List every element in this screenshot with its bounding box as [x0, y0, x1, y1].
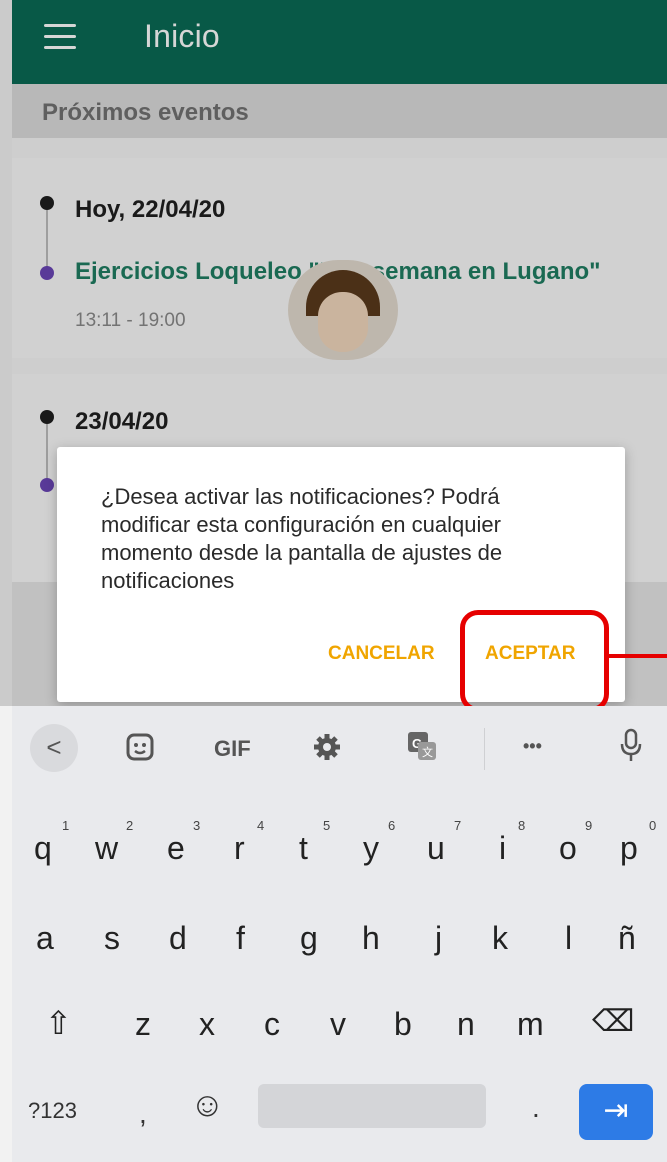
key-v[interactable]: v: [330, 1006, 346, 1043]
dialog-message: ¿Desea activar las notificaciones? Podrá…: [101, 484, 503, 593]
key-b[interactable]: b: [394, 1006, 412, 1043]
key-y[interactable]: y: [363, 830, 379, 867]
screen: Inicio Próximos eventos Hoy, 22/04/20 Ej…: [0, 0, 667, 1162]
key-m[interactable]: m: [517, 1006, 544, 1043]
key-hint: 8: [518, 818, 526, 833]
key-p[interactable]: p: [620, 830, 638, 867]
key-w[interactable]: w: [95, 830, 118, 867]
enter-key-icon[interactable]: ⇥: [579, 1084, 653, 1140]
key-k[interactable]: k: [492, 920, 508, 957]
key-n-tilde[interactable]: ñ: [618, 920, 636, 957]
key-o[interactable]: o: [559, 830, 577, 867]
keyboard-toolbar: < GIF G文 •••: [12, 706, 667, 792]
key-q[interactable]: q: [34, 830, 52, 867]
key-hint: 6: [388, 818, 396, 833]
key-period[interactable]: .: [532, 1092, 540, 1124]
key-j[interactable]: j: [435, 920, 442, 957]
space-bar[interactable]: [258, 1084, 486, 1128]
accept-highlight-box: [460, 610, 609, 712]
key-f[interactable]: f: [236, 920, 245, 957]
keyboard: < GIF G文 ••• q 1 w 2 e 3 r 4 t 5 y 6 u 7…: [12, 706, 667, 1162]
highlight-pointer-line: [609, 654, 667, 658]
emoji-icon[interactable]: ☺: [190, 1086, 225, 1125]
key-u[interactable]: u: [427, 830, 445, 867]
gear-icon[interactable]: [312, 732, 342, 767]
sticker-icon[interactable]: [125, 732, 155, 767]
key-hint: 7: [454, 818, 462, 833]
key-h[interactable]: h: [362, 920, 380, 957]
key-a[interactable]: a: [36, 920, 54, 957]
key-t[interactable]: t: [299, 830, 308, 867]
more-button[interactable]: •••: [523, 736, 542, 757]
key-r[interactable]: r: [234, 830, 245, 867]
key-hint: 3: [193, 818, 201, 833]
translate-icon[interactable]: G文: [406, 730, 438, 767]
cancel-button[interactable]: CANCELAR: [328, 643, 435, 665]
key-hint: 0: [649, 818, 657, 833]
svg-text:文: 文: [422, 745, 433, 759]
key-hint: 2: [126, 818, 134, 833]
gif-button[interactable]: GIF: [214, 736, 251, 762]
toolbar-divider: [484, 728, 485, 770]
key-x[interactable]: x: [199, 1006, 215, 1043]
numbers-key[interactable]: ?123: [28, 1098, 77, 1124]
key-hint: 5: [323, 818, 331, 833]
key-g[interactable]: g: [300, 920, 318, 957]
shift-icon[interactable]: ⇧: [45, 1004, 72, 1042]
back-chevron-icon[interactable]: <: [30, 724, 78, 772]
key-comma[interactable]: ,: [139, 1098, 147, 1130]
backspace-icon[interactable]: ⌫: [592, 1004, 634, 1039]
key-c[interactable]: c: [264, 1006, 280, 1043]
key-hint: 4: [257, 818, 265, 833]
key-l[interactable]: l: [565, 920, 572, 957]
key-hint: 1: [62, 818, 70, 833]
microphone-icon[interactable]: [618, 728, 644, 769]
key-d[interactable]: d: [169, 920, 187, 957]
key-n[interactable]: n: [457, 1006, 475, 1043]
key-z[interactable]: z: [135, 1006, 151, 1043]
key-e[interactable]: e: [167, 830, 185, 867]
key-s[interactable]: s: [104, 920, 120, 957]
key-hint: 9: [585, 818, 593, 833]
key-i[interactable]: i: [499, 830, 506, 867]
